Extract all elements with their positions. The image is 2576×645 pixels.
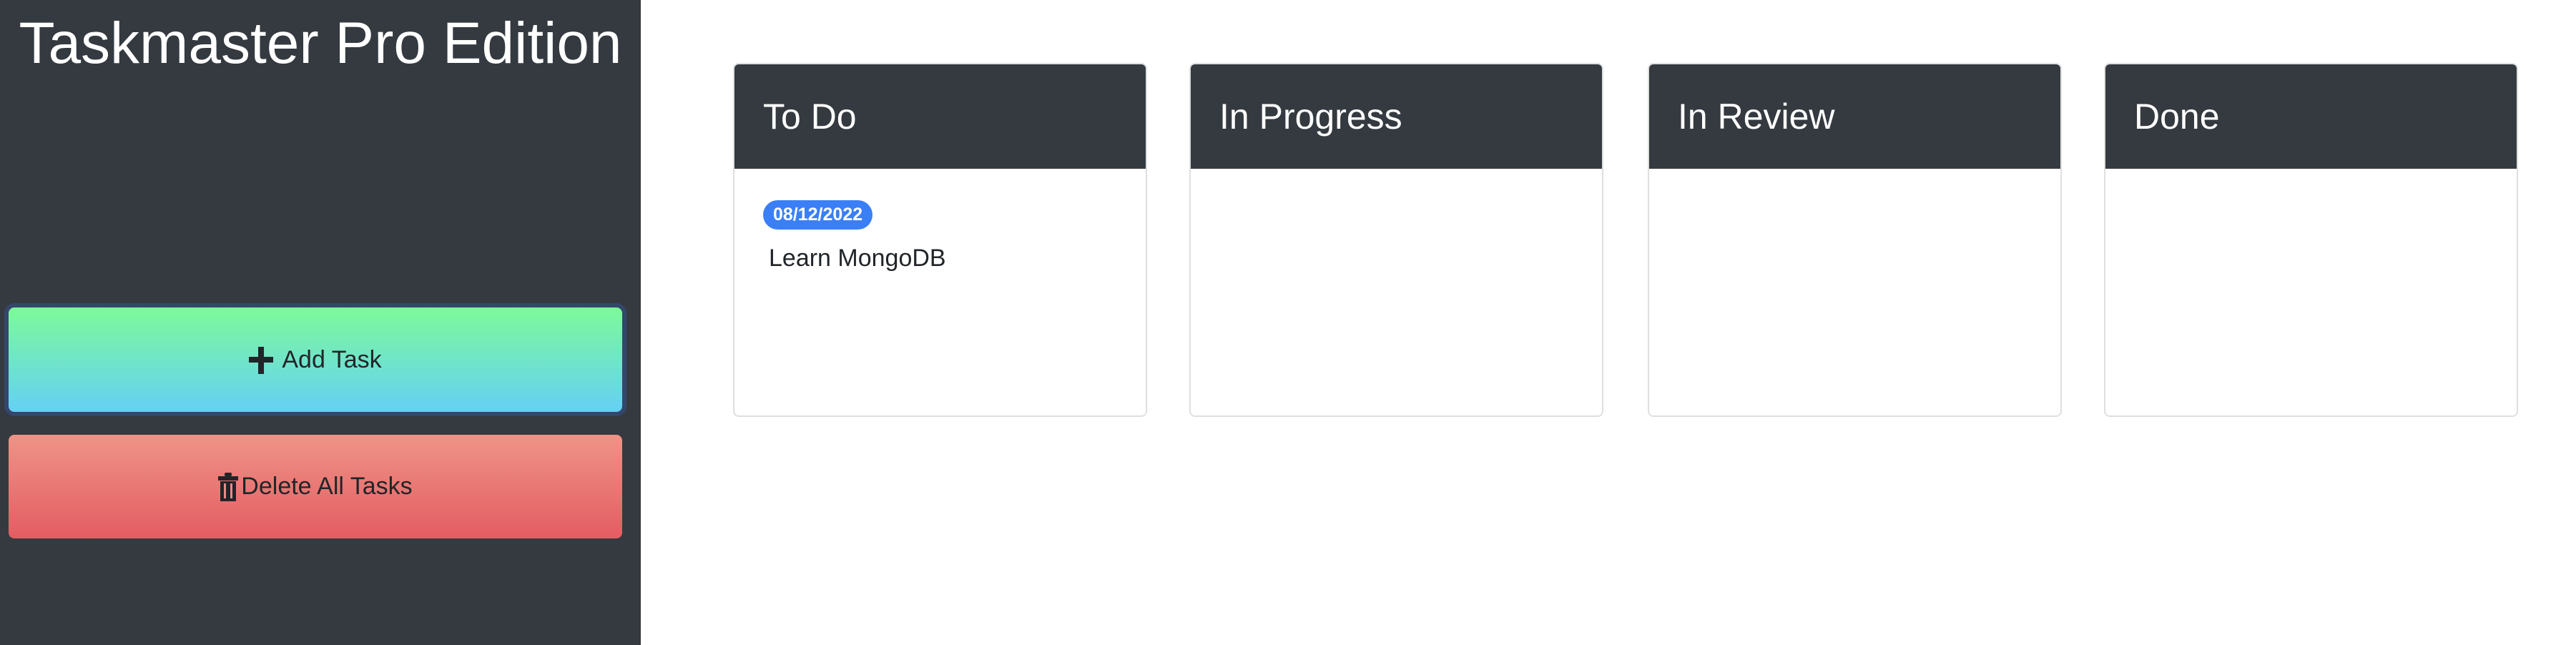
trash-icon bbox=[218, 472, 239, 502]
sidebar: Taskmaster Pro Edition Add Task Delete A… bbox=[0, 0, 641, 645]
delete-all-tasks-button[interactable]: Delete All Tasks bbox=[9, 435, 622, 538]
delete-all-label: Delete All Tasks bbox=[241, 473, 413, 500]
plus-icon bbox=[249, 344, 274, 375]
column-title: To Do bbox=[734, 64, 1146, 169]
add-task-label: Add Task bbox=[282, 345, 382, 373]
task-text: Learn MongoDB bbox=[769, 245, 946, 272]
column-title: Done bbox=[2105, 64, 2517, 169]
column-in-progress: In Progress bbox=[1189, 63, 1603, 417]
column-in-review: In Review bbox=[1648, 63, 2062, 417]
column-title: In Review bbox=[1649, 64, 2060, 169]
column-done: Done bbox=[2104, 63, 2518, 417]
column-title: In Progress bbox=[1191, 64, 1602, 169]
add-task-button[interactable]: Add Task bbox=[9, 307, 622, 412]
task-date-badge: 08/12/2022 bbox=[763, 200, 873, 230]
app-title: Taskmaster Pro Edition bbox=[19, 11, 622, 76]
column-to-do: To Do 08/12/2022 Learn MongoDB bbox=[733, 63, 1147, 417]
